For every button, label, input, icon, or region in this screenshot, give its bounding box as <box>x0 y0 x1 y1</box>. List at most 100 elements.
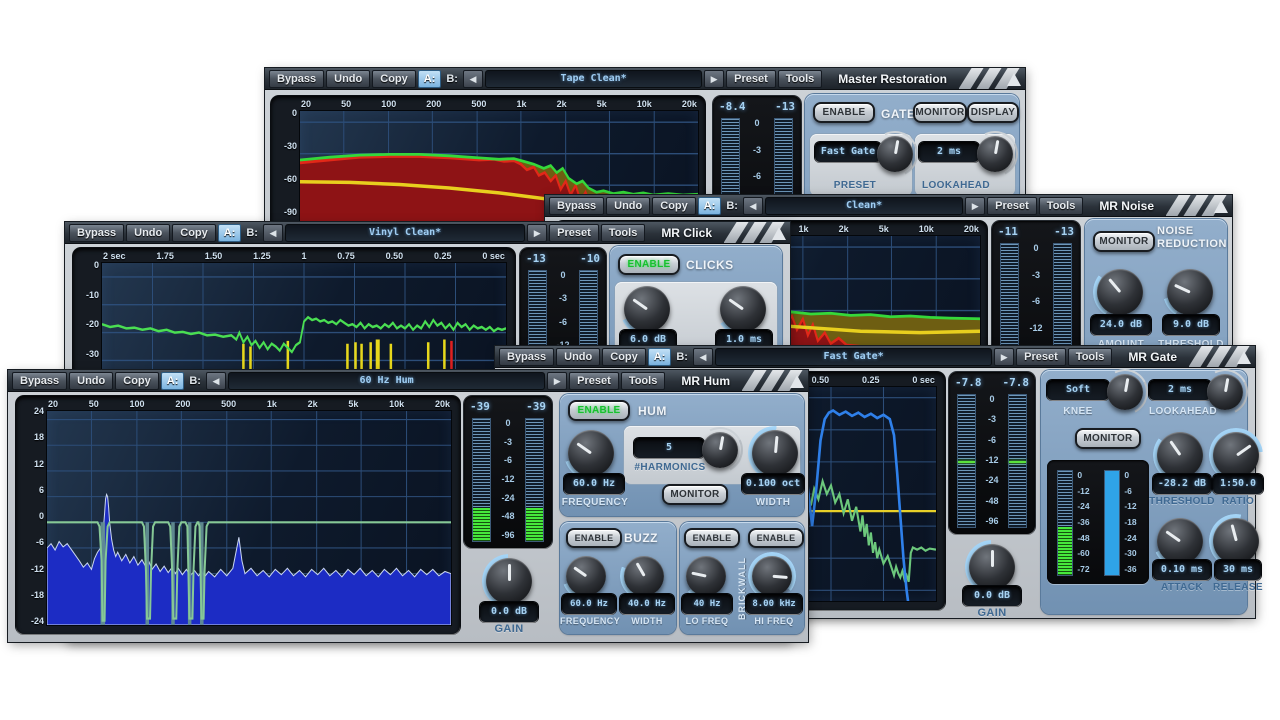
attack-knob[interactable] <box>1157 518 1203 564</box>
brickwall-lo-enable-button[interactable]: ENABLE <box>684 528 740 548</box>
preset-menu-button[interactable]: Preset <box>569 372 619 390</box>
undo-button[interactable]: Undo <box>69 372 113 390</box>
gate-monitor-button[interactable]: MONITOR <box>913 102 967 123</box>
meter-readout-left: -8.4 <box>719 100 746 113</box>
hum-frequency-knob[interactable] <box>568 430 614 476</box>
bypass-button[interactable]: Bypass <box>499 348 554 366</box>
preset-name-display[interactable]: Clean* <box>765 197 963 215</box>
title-bar[interactable]: Bypass Undo Copy A: B: ◀ Fast Gate* ▶ Pr… <box>495 346 1255 368</box>
tick-label: 0 <box>94 260 99 270</box>
preset-name-display[interactable]: Tape Clean* <box>485 70 702 88</box>
brickwall-lo-freq-knob[interactable] <box>686 556 726 596</box>
ab-toggle-button[interactable]: A: <box>418 70 442 88</box>
buzz-width-knob[interactable] <box>624 556 664 596</box>
bypass-button[interactable]: Bypass <box>12 372 67 390</box>
tools-button[interactable]: Tools <box>1068 348 1113 366</box>
hum-enable-button[interactable]: ENABLE <box>568 400 630 421</box>
gate-lookahead-value[interactable]: 2 ms <box>919 142 979 162</box>
gate-preset-knob[interactable] <box>877 136 913 172</box>
hum-monitor-button[interactable]: MONITOR <box>662 484 728 505</box>
clicks-enable-button[interactable]: ENABLE <box>618 254 680 275</box>
section-title-line2: REDUCTION <box>1157 238 1227 250</box>
undo-button[interactable]: Undo <box>556 348 600 366</box>
tick-label: 0 <box>1033 243 1038 253</box>
tools-button[interactable]: Tools <box>1039 197 1084 215</box>
lookahead-knob[interactable] <box>1207 374 1243 410</box>
undo-button[interactable]: Undo <box>326 70 370 88</box>
gain-knob[interactable] <box>969 544 1015 590</box>
release-knob[interactable] <box>1213 518 1259 564</box>
clicks-threshold-knob[interactable] <box>624 286 670 332</box>
undo-button[interactable]: Undo <box>606 197 650 215</box>
tick-label: -90 <box>284 207 297 217</box>
lookahead-label: LOOKAHEAD <box>1143 406 1223 417</box>
amount-knob[interactable] <box>1097 269 1143 315</box>
tick-label: 1 <box>301 251 306 261</box>
tools-button[interactable]: Tools <box>621 372 666 390</box>
tick-label: 100 <box>381 99 396 109</box>
threshold-knob[interactable] <box>1167 269 1213 315</box>
gate-lookahead-knob[interactable] <box>977 136 1013 172</box>
gate-display-button[interactable]: DISPLAY <box>967 102 1019 123</box>
ab-toggle-button[interactable]: A: <box>648 348 672 366</box>
tools-button[interactable]: Tools <box>778 70 823 88</box>
b-label: B: <box>443 73 461 85</box>
knee-value[interactable]: Soft <box>1047 380 1109 400</box>
preset-name-display[interactable]: Fast Gate* <box>715 348 992 366</box>
tick-label: 20k <box>682 99 697 109</box>
preset-menu-button[interactable]: Preset <box>987 197 1037 215</box>
knee-knob[interactable] <box>1107 374 1143 410</box>
threshold-knob[interactable] <box>1157 432 1203 478</box>
ab-toggle-button[interactable]: A: <box>218 224 242 242</box>
buzz-frequency-knob[interactable] <box>566 556 606 596</box>
undo-button[interactable]: Undo <box>126 224 170 242</box>
prev-preset-button[interactable]: ◀ <box>206 372 226 390</box>
prev-preset-button[interactable]: ◀ <box>263 224 283 242</box>
copy-button[interactable]: Copy <box>372 70 416 88</box>
buzz-enable-button[interactable]: ENABLE <box>566 528 622 548</box>
preset-menu-button[interactable]: Preset <box>1016 348 1066 366</box>
gain-knob[interactable] <box>486 558 532 604</box>
ratio-knob[interactable] <box>1213 432 1259 478</box>
copy-button[interactable]: Copy <box>602 348 646 366</box>
prev-preset-button[interactable]: ◀ <box>743 197 763 215</box>
monitor-button[interactable]: MONITOR <box>1075 428 1141 449</box>
clicks-shape-knob[interactable] <box>720 286 766 332</box>
next-preset-button[interactable]: ▶ <box>965 197 985 215</box>
copy-button[interactable]: Copy <box>652 197 696 215</box>
next-preset-button[interactable]: ▶ <box>994 348 1014 366</box>
preset-name-display[interactable]: Vinyl Clean* <box>285 224 525 242</box>
tools-button[interactable]: Tools <box>601 224 646 242</box>
preset-menu-button[interactable]: Preset <box>726 70 776 88</box>
hum-width-knob[interactable] <box>752 430 798 476</box>
harmonics-value[interactable]: 5 <box>634 438 704 458</box>
title-bar[interactable]: Bypass Undo Copy A: B: ◀ 60 Hz Hum ▶ Pre… <box>8 370 808 392</box>
brickwall-hi-enable-button[interactable]: ENABLE <box>748 528 804 548</box>
tick-label: -3 <box>1032 270 1040 280</box>
gain-value: 0.0 dB <box>963 586 1021 606</box>
tick-label: -18 <box>31 590 44 600</box>
bypass-button[interactable]: Bypass <box>69 224 124 242</box>
preset-menu-button[interactable]: Preset <box>549 224 599 242</box>
title-bar[interactable]: Bypass Undo Copy A: B: ◀ Tape Clean* ▶ P… <box>265 68 1025 90</box>
title-bar[interactable]: Bypass Undo Copy A: B: ◀ Vinyl Clean* ▶ … <box>65 222 790 244</box>
prev-preset-button[interactable]: ◀ <box>693 348 713 366</box>
copy-button[interactable]: Copy <box>115 372 159 390</box>
title-bar[interactable]: Bypass Undo Copy A: B: ◀ Clean* ▶ Preset… <box>545 195 1232 217</box>
monitor-button[interactable]: MONITOR <box>1093 231 1155 252</box>
next-preset-button[interactable]: ▶ <box>527 224 547 242</box>
bypass-button[interactable]: Bypass <box>269 70 324 88</box>
prev-preset-button[interactable]: ◀ <box>463 70 483 88</box>
tick-label: -96 <box>985 516 998 526</box>
copy-button[interactable]: Copy <box>172 224 216 242</box>
next-preset-button[interactable]: ▶ <box>704 70 724 88</box>
ab-toggle-button[interactable]: A: <box>161 372 185 390</box>
preset-name-display[interactable]: 60 Hz Hum <box>228 372 545 390</box>
ab-toggle-button[interactable]: A: <box>698 197 722 215</box>
meter-readout-left: -13 <box>526 252 546 265</box>
bypass-button[interactable]: Bypass <box>549 197 604 215</box>
brickwall-hi-freq-knob[interactable] <box>752 556 792 596</box>
gate-enable-button[interactable]: ENABLE <box>813 102 875 123</box>
next-preset-button[interactable]: ▶ <box>547 372 567 390</box>
harmonics-label: #HARMONICS <box>630 462 710 473</box>
